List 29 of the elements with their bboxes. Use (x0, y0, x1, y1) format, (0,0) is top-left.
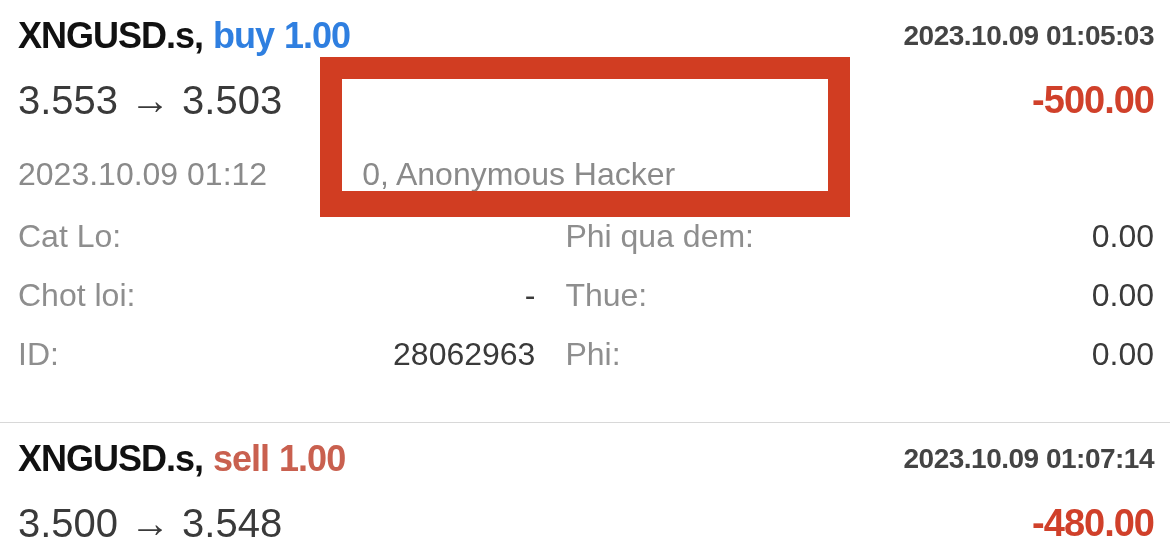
detail-value: 28062963 (392, 335, 536, 374)
symbol-label: XNGUSD.s, (18, 438, 204, 480)
open-time: 2023.10.09 01:07:14 (903, 443, 1154, 475)
open-price: 3.500 (18, 500, 119, 541)
arrow-glyph: → (130, 500, 171, 541)
close-price: 3.548 (182, 500, 283, 541)
arrow-glyph: → (130, 77, 171, 123)
volume-label: 1.00 (284, 15, 351, 57)
close-price: 3.503 (182, 77, 283, 123)
detail-value: 0.00 (1090, 217, 1154, 256)
detail-value: 0.00 (1090, 276, 1154, 315)
detail-value: - (523, 276, 536, 315)
detail-label: Phi qua dem: (565, 217, 754, 256)
symbol-label: XNGUSD.s, (18, 15, 204, 57)
detail-label: Thue: (565, 276, 649, 315)
side-label: sell (213, 438, 270, 480)
profit-value: -500.00 (1032, 78, 1154, 122)
comment-text: 0, Anonymous Hacker (362, 156, 676, 193)
profit-value: -480.00 (1032, 501, 1154, 541)
detail-label: Phi: (565, 335, 622, 374)
side-label: buy (213, 15, 275, 57)
open-price: 3.553 (18, 77, 119, 123)
detail-label: Chot loi: (18, 276, 136, 315)
detail-label: Cat Lo: (18, 217, 123, 256)
volume-label: 1.00 (279, 438, 346, 480)
open-time: 2023.10.09 01:05:03 (903, 20, 1154, 52)
detail-label: ID: (18, 335, 60, 374)
detail-value: 0.00 (1090, 335, 1154, 374)
comment-text: 2023.10.09 01:12 (18, 156, 268, 193)
